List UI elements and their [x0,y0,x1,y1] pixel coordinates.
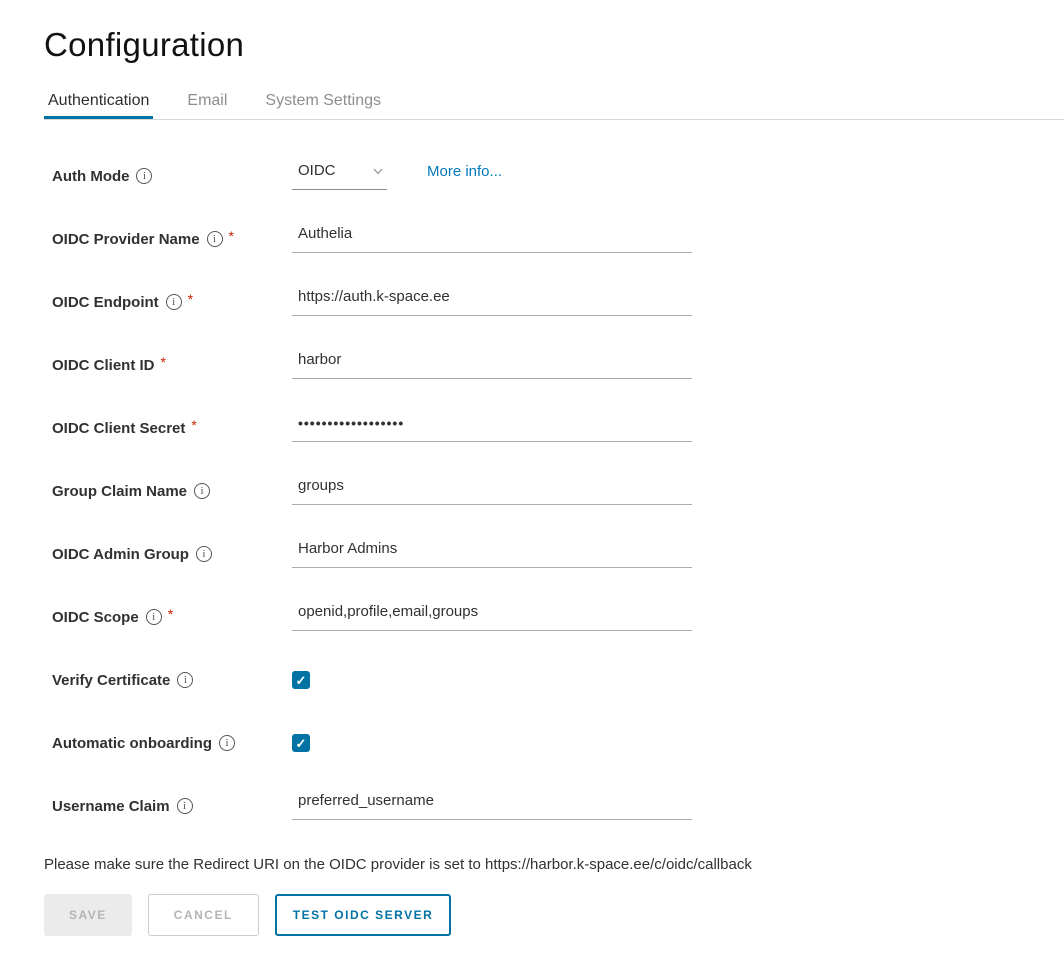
tab-label: System Settings [265,92,381,109]
auth-mode-select[interactable]: OIDC [292,162,387,190]
tab-authentication[interactable]: Authentication [44,92,153,119]
group-claim-name-info-icon[interactable]: i [194,483,210,499]
tab-system-settings[interactable]: System Settings [261,92,385,119]
form-row-verify-certificate: Verify Certificate i ✓ [44,660,1064,700]
required-asterisk: * [191,417,196,433]
redirect-uri-note: Please make sure the Redirect URI on the… [44,856,1064,873]
field-label-group: Auth Mode i [52,168,292,185]
field-label: Group Claim Name [52,483,187,500]
oidc-endpoint-input[interactable] [292,288,692,316]
field-control: ✓ [292,671,310,689]
tab-email[interactable]: Email [183,92,231,119]
checkmark-icon: ✓ [296,737,307,750]
form-actions: SAVE CANCEL TEST OIDC SERVER [44,894,1064,936]
field-label-group: Username Claim i [52,798,292,815]
field-label: OIDC Admin Group [52,546,189,563]
field-label: OIDC Provider Name [52,231,200,248]
field-control [292,603,692,631]
field-label: OIDC Client Secret [52,420,185,437]
required-asterisk: * [229,228,234,244]
field-label-group: OIDC Admin Group i [52,546,292,563]
auth-mode-info-icon[interactable]: i [136,168,152,184]
save-button[interactable]: SAVE [44,894,132,936]
required-asterisk: * [168,606,173,622]
field-control: ✓ [292,734,310,752]
oidc-provider-name-input[interactable] [292,225,692,253]
form-row-group-claim-name: Group Claim Name i [44,471,1064,511]
form-row-automatic-onboarding: Automatic onboarding i ✓ [44,723,1064,763]
verify-certificate-info-icon[interactable]: i [177,672,193,688]
field-label: OIDC Client ID [52,357,155,374]
verify-certificate-checkbox[interactable]: ✓ [292,671,310,689]
form-row-oidc-client-secret: OIDC Client Secret * [44,408,1064,448]
test-oidc-server-button[interactable]: TEST OIDC SERVER [275,894,451,936]
field-label-group: OIDC Provider Name i * [52,231,292,248]
oidc-provider-name-info-icon[interactable]: i [207,231,223,247]
field-label: Verify Certificate [52,672,170,689]
oidc-endpoint-info-icon[interactable]: i [166,294,182,310]
field-label-group: OIDC Scope i * [52,609,292,626]
form-row-oidc-admin-group: OIDC Admin Group i [44,534,1064,574]
username-claim-info-icon[interactable]: i [177,798,193,814]
field-label: OIDC Scope [52,609,139,626]
field-control [292,792,692,820]
auth-mode-more-info-link[interactable]: More info... [427,163,502,190]
field-control [292,477,692,505]
required-asterisk: * [188,291,193,307]
select-value: OIDC [298,162,336,179]
oidc-admin-group-info-icon[interactable]: i [196,546,212,562]
form-row-auth-mode: Auth Mode i OIDC More info... [44,156,1064,196]
field-label: Auth Mode [52,168,129,185]
tab-bar: Authentication Email System Settings [44,92,1064,120]
oidc-client-id-input[interactable] [292,351,692,379]
field-control [292,415,692,442]
group-claim-name-input[interactable] [292,477,692,505]
form-row-oidc-scope: OIDC Scope i * [44,597,1064,637]
field-label-group: Group Claim Name i [52,483,292,500]
form-row-username-claim: Username Claim i [44,786,1064,826]
form-row-oidc-client-id: OIDC Client ID * [44,345,1064,385]
field-label: Username Claim [52,798,170,815]
field-label-group: OIDC Endpoint i * [52,294,292,311]
cancel-button[interactable]: CANCEL [148,894,259,936]
field-control [292,351,692,379]
field-control [292,288,692,316]
oidc-scope-input[interactable] [292,603,692,631]
configuration-page: Configuration Authentication Email Syste… [0,0,1064,936]
automatic-onboarding-checkbox[interactable]: ✓ [292,734,310,752]
field-control [292,540,692,568]
field-control [292,225,692,253]
page-title: Configuration [44,26,1064,64]
username-claim-input[interactable] [292,792,692,820]
field-label-group: Automatic onboarding i [52,735,292,752]
required-asterisk: * [161,354,166,370]
field-label: OIDC Endpoint [52,294,159,311]
checkmark-icon: ✓ [296,674,307,687]
tab-label: Email [187,92,227,109]
chevron-down-icon [371,164,385,178]
form-row-oidc-provider-name: OIDC Provider Name i * [44,219,1064,259]
field-label-group: OIDC Client Secret * [52,420,292,437]
field-label: Automatic onboarding [52,735,212,752]
auth-config-form: Auth Mode i OIDC More info... OIDC Provi… [44,156,1064,826]
oidc-client-secret-input[interactable] [292,415,692,442]
field-label-group: Verify Certificate i [52,672,292,689]
oidc-admin-group-input[interactable] [292,540,692,568]
form-row-oidc-endpoint: OIDC Endpoint i * [44,282,1064,322]
automatic-onboarding-info-icon[interactable]: i [219,735,235,751]
field-control: OIDC More info... [292,162,502,190]
tab-label: Authentication [48,92,149,109]
oidc-scope-info-icon[interactable]: i [146,609,162,625]
field-label-group: OIDC Client ID * [52,357,292,374]
